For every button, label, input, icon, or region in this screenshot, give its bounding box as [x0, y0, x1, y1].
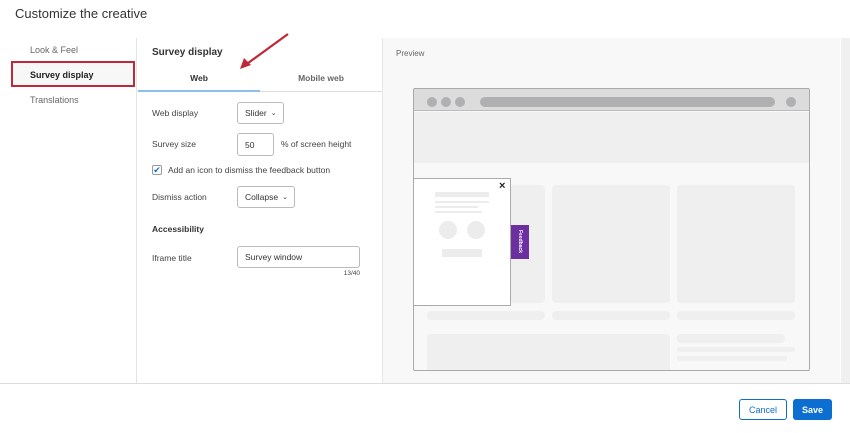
tab-web[interactable]: Web: [138, 73, 260, 83]
iframe-title-char-count: 13/40: [343, 270, 360, 277]
annotation-arrow-icon: [240, 33, 289, 69]
close-icon: ×: [499, 180, 506, 192]
chevron-down-icon: ⌄: [270, 110, 277, 117]
chevron-down-icon: ⌄: [282, 194, 288, 201]
dialog-title: Customize the creative: [15, 6, 148, 21]
sidebar-item-translations[interactable]: Translations: [30, 95, 79, 105]
sidebar-item-survey-display[interactable]: Survey display: [30, 70, 94, 80]
address-bar: [480, 97, 775, 107]
dismiss-action-label: Dismiss action: [152, 192, 207, 202]
feedback-label: Feedback: [517, 230, 523, 254]
dialog-footer: [0, 383, 850, 433]
accessibility-heading: Accessibility: [152, 224, 204, 234]
preview-label: Preview: [396, 49, 425, 58]
iframe-title-label: Iframe title: [152, 253, 192, 263]
web-display-select[interactable]: Slider ⌄: [237, 102, 284, 124]
survey-size-input[interactable]: 50: [237, 133, 274, 156]
cancel-button[interactable]: Cancel: [739, 399, 787, 420]
sidebar-item-look-and-feel[interactable]: Look & Feel: [30, 45, 78, 55]
survey-size-label: Survey size: [152, 139, 196, 149]
sidebar: [0, 38, 137, 383]
page-header-placeholder: [414, 112, 809, 163]
feedback-button-preview: Feedback: [511, 225, 529, 259]
tab-mobile-web[interactable]: Mobile web: [260, 73, 382, 83]
tab-active-indicator: [138, 90, 260, 92]
web-display-label: Web display: [152, 108, 199, 118]
smile-face-icon: [439, 221, 457, 239]
survey-size-unit: % of screen height: [281, 139, 352, 149]
dismiss-action-select[interactable]: Collapse ⌄: [237, 186, 295, 208]
dismiss-icon-checkbox[interactable]: ✔: [152, 165, 162, 175]
survey-popup-preview: ×: [413, 178, 511, 306]
dismiss-icon-checkbox-label: Add an icon to dismiss the feedback butt…: [168, 165, 331, 175]
web-display-value: Slider: [245, 108, 267, 118]
dismiss-action-value: Collapse: [245, 192, 279, 202]
frown-face-icon: [467, 221, 485, 239]
section-heading: Survey display: [152, 47, 223, 58]
iframe-title-input[interactable]: Survey window: [237, 246, 360, 268]
save-button[interactable]: Save: [793, 399, 832, 420]
scrollbar[interactable]: [841, 38, 850, 383]
